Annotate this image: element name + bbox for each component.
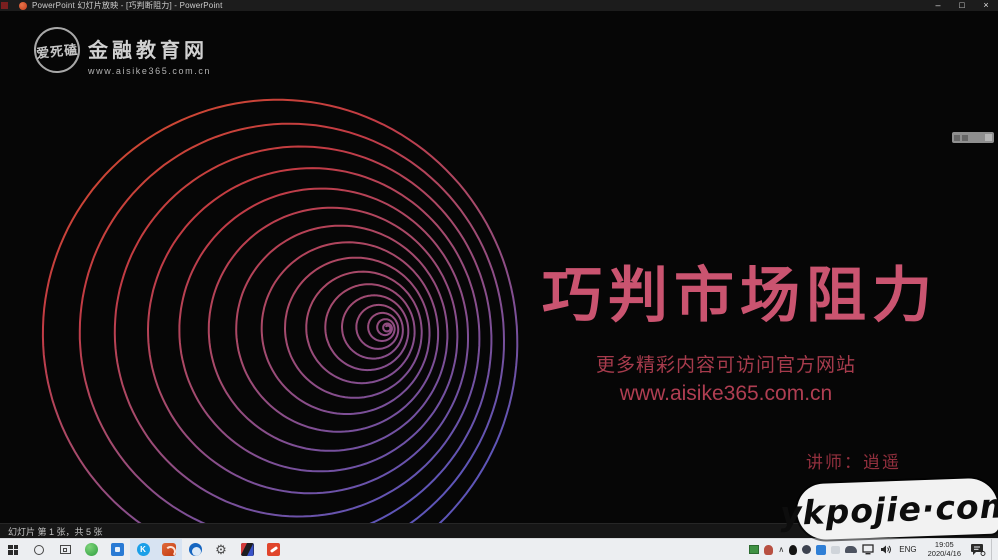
window-title: PowerPoint 幻灯片放映 - [巧判断阻力] - PowerPoint: [32, 0, 223, 11]
screen: PowerPoint 幻灯片放映 - [巧判断阻力] - PowerPoint …: [0, 0, 998, 560]
taskbar-app-edge[interactable]: [182, 539, 208, 560]
blue-square-app-icon: [111, 543, 124, 556]
logo-emblem-icon: 爱死磕: [32, 25, 83, 76]
tray-moon-icon[interactable]: [802, 545, 811, 554]
taskbar-app-powerpoint[interactable]: [156, 539, 182, 560]
window-titlebar: PowerPoint 幻灯片放映 - [巧判断阻力] - PowerPoint …: [0, 0, 998, 11]
close-button[interactable]: ×: [974, 0, 998, 11]
lecturer-label: 讲师：逍遥: [806, 448, 901, 473]
start-button[interactable]: [0, 539, 26, 560]
clock[interactable]: 19:05 2020/4/16: [924, 541, 965, 558]
slide-counter: 幻灯片 第 1 张，共 5 张: [8, 525, 103, 538]
green-browser-icon: [85, 543, 98, 556]
windows-logo-icon: [8, 545, 18, 555]
watermark: ykpojie·com: [796, 478, 998, 541]
taskbar-app-360[interactable]: [78, 539, 104, 560]
powerpoint-icon: [162, 543, 176, 556]
chevron-up-icon[interactable]: ∧: [778, 546, 784, 554]
action-center-icon[interactable]: [970, 543, 986, 556]
slide-subtitle: 更多精彩内容可访问官方网站: [538, 350, 914, 377]
red-app-icon: [267, 543, 280, 556]
mini-toolbar-button[interactable]: [954, 135, 960, 141]
gear-icon: ⚙: [215, 543, 227, 556]
cortana-button[interactable]: [26, 539, 52, 560]
tray-cloud-icon[interactable]: [845, 546, 857, 553]
tray-qq-penguin-icon[interactable]: [789, 545, 797, 555]
mini-toolbar-button[interactable]: [985, 134, 992, 141]
language-indicator[interactable]: ENG: [897, 545, 918, 554]
minimize-button[interactable]: –: [926, 0, 950, 11]
tray-blue-app-icon[interactable]: [816, 545, 826, 555]
slide-title: 巧判市场阻力: [542, 247, 938, 334]
cortana-icon: [34, 545, 44, 555]
taskbar-app-bluesquare[interactable]: [104, 539, 130, 560]
site-logo: 爱死磕 金融教育网 www.aisike365.com.cn: [34, 27, 211, 76]
taskbar-app-red[interactable]: [260, 539, 286, 560]
system-tray: ∧ ENG 19:05 2020/4/16: [749, 539, 998, 560]
slide-website: www.aisike365.com.cn: [538, 382, 914, 406]
system-menu-icon[interactable]: [1, 2, 8, 9]
show-desktop-button[interactable]: [991, 539, 996, 560]
maximize-button[interactable]: □: [950, 0, 974, 11]
mini-toolbar-button[interactable]: [962, 135, 968, 141]
media-player-icon: [241, 543, 254, 556]
task-view-icon: [60, 545, 71, 554]
task-view-button[interactable]: [52, 539, 78, 560]
slideshow-mini-toolbar[interactable]: [952, 132, 994, 143]
tray-mascot-icon[interactable]: [764, 545, 773, 555]
slideshow-area[interactable]: 爱死磕 金融教育网 www.aisike365.com.cn 巧判市场阻力 更多…: [0, 11, 998, 523]
kugou-icon: K: [137, 543, 150, 556]
network-icon[interactable]: [862, 544, 875, 555]
tray-misc-icon[interactable]: [831, 546, 840, 554]
tray-green-icon[interactable]: [749, 545, 759, 554]
powerpoint-app-icon: [19, 2, 27, 10]
taskbar: K ⚙ ∧: [0, 538, 998, 560]
logo-site-url: www.aisike365.com.cn: [88, 66, 211, 76]
clock-date: 2020/4/16: [928, 550, 961, 559]
taskbar-app-kugou[interactable]: K: [130, 539, 156, 560]
taskbar-app-settings[interactable]: ⚙: [208, 539, 234, 560]
taskbar-app-player[interactable]: [234, 539, 260, 560]
edge-browser-icon: [189, 543, 202, 556]
watermark-text: ykpojie·com: [779, 485, 998, 532]
logo-site-name: 金融教育网: [88, 34, 211, 63]
volume-icon[interactable]: [880, 544, 892, 555]
